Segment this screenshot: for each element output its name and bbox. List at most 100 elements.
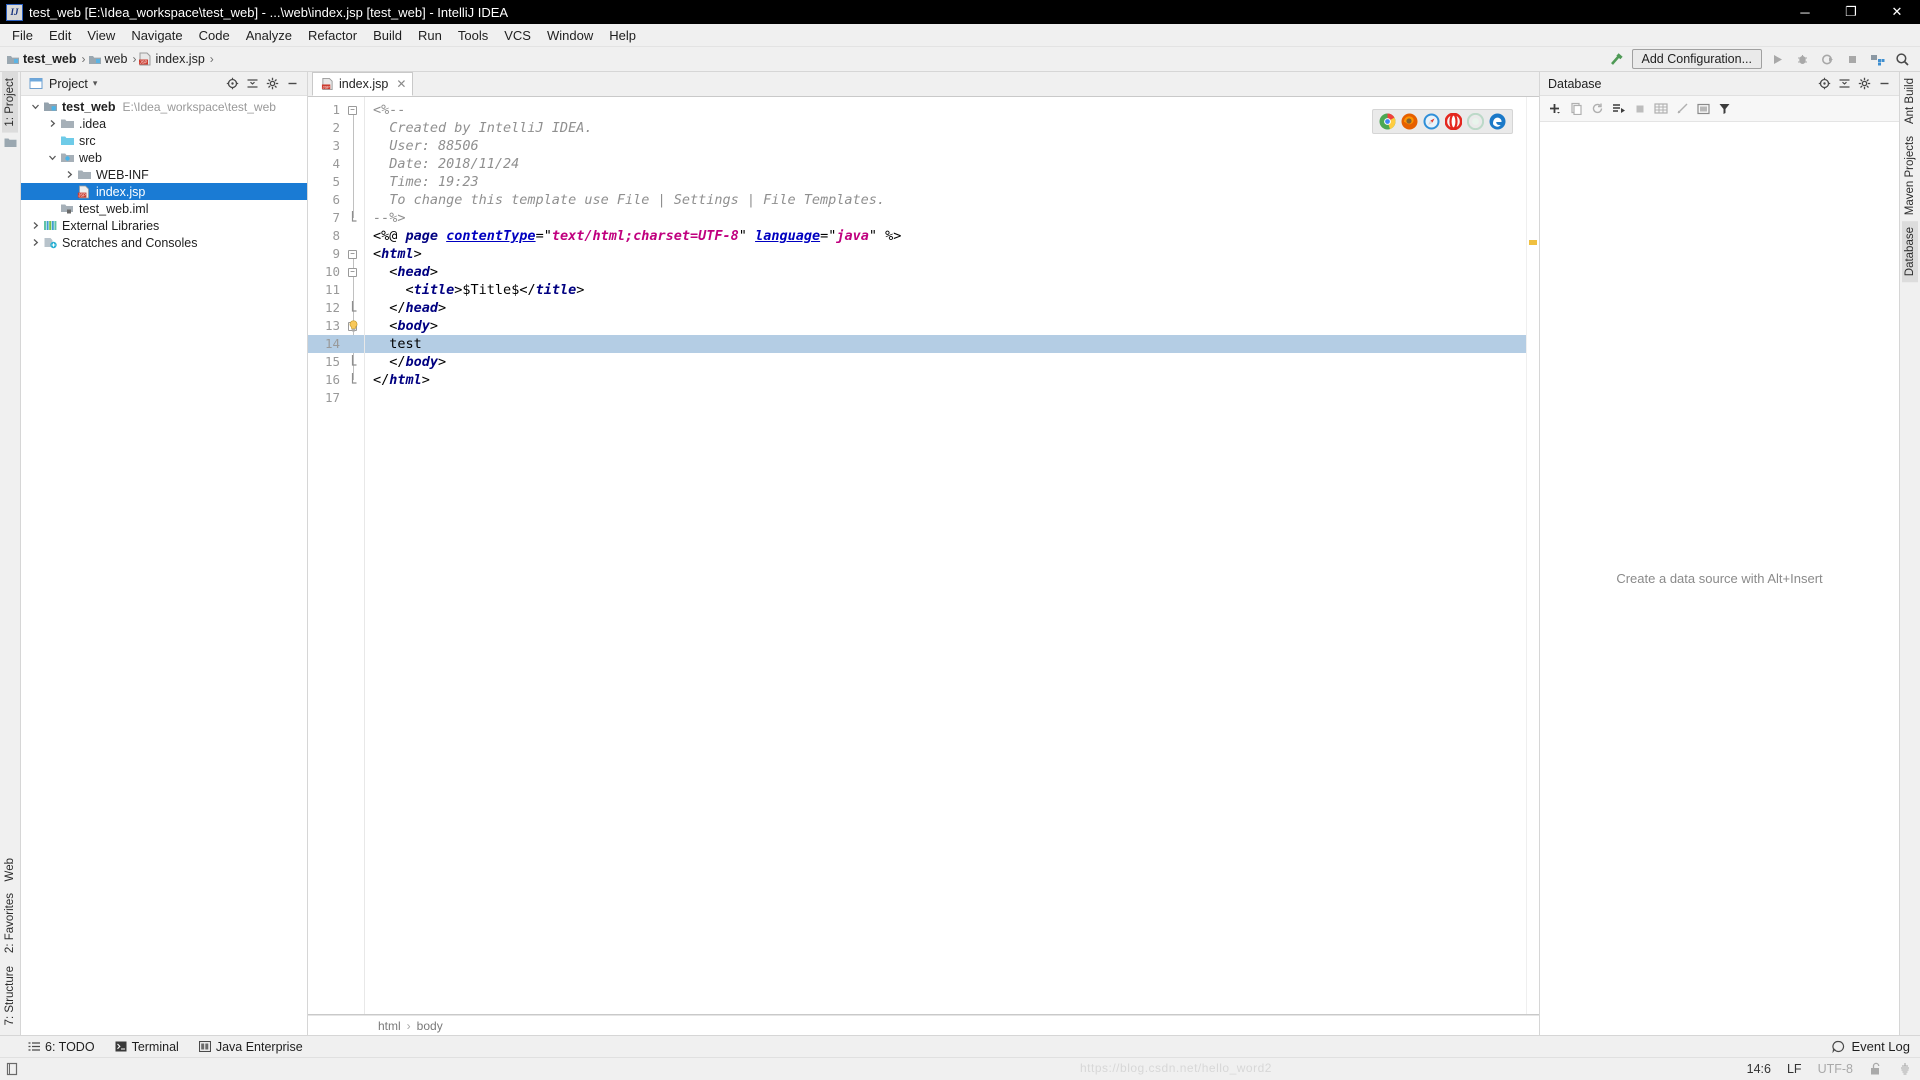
collapse-all-icon[interactable] bbox=[1838, 77, 1851, 90]
stop-icon[interactable] bbox=[1842, 49, 1862, 69]
close-button[interactable]: ✕ bbox=[1874, 0, 1920, 24]
chevron-right-icon[interactable] bbox=[29, 221, 42, 230]
editor-gutter[interactable]: 1−23456789−10−111213−14151617 bbox=[308, 97, 365, 1014]
tree-node-test-web-iml[interactable]: test_web.iml bbox=[21, 200, 307, 217]
caret-position[interactable]: 14:6 bbox=[1747, 1062, 1771, 1076]
tree-node--idea[interactable]: .idea bbox=[21, 115, 307, 132]
settings-gear-icon[interactable] bbox=[266, 77, 279, 90]
target-icon[interactable] bbox=[1818, 77, 1831, 90]
sidebar-item-web[interactable]: Web bbox=[2, 852, 18, 887]
menu-run[interactable]: Run bbox=[410, 26, 450, 45]
code-line[interactable]: User: 88506 bbox=[373, 137, 1526, 155]
edge-icon[interactable] bbox=[1489, 113, 1506, 130]
chevron-right-icon[interactable] bbox=[29, 238, 42, 247]
stop-icon[interactable] bbox=[1634, 103, 1646, 115]
code-line[interactable]: </head> bbox=[373, 299, 1526, 317]
fold-collapse-icon[interactable]: − bbox=[347, 101, 358, 119]
tree-node-web-inf[interactable]: WEB-INF bbox=[21, 166, 307, 183]
code-line[interactable]: <head> bbox=[373, 263, 1526, 281]
sidebar-item-structure[interactable]: 7: Structure bbox=[2, 960, 18, 1031]
table-icon[interactable] bbox=[1654, 102, 1668, 115]
fold-end-icon[interactable] bbox=[347, 209, 358, 227]
opera-icon[interactable] bbox=[1445, 113, 1462, 130]
tree-node-scratches-and-consoles[interactable]: Scratches and Consoles bbox=[21, 234, 307, 251]
status-widget-icon[interactable] bbox=[6, 1062, 19, 1076]
firefox-icon[interactable] bbox=[1401, 113, 1418, 130]
sidebar-item-maven-projects[interactable]: Maven Projects bbox=[1902, 130, 1918, 221]
sidebar-item-database[interactable]: Database bbox=[1902, 221, 1918, 283]
run-icon[interactable] bbox=[1767, 49, 1787, 69]
file-encoding[interactable]: UTF-8 bbox=[1818, 1062, 1853, 1076]
fold-end-icon[interactable] bbox=[347, 371, 358, 389]
hide-icon[interactable] bbox=[286, 77, 299, 90]
menu-view[interactable]: View bbox=[79, 26, 123, 45]
settings-gear-icon[interactable] bbox=[1858, 77, 1871, 90]
tree-node-index-jsp[interactable]: JSP index.jsp bbox=[21, 183, 307, 200]
breadcrumb-html[interactable]: html bbox=[378, 1019, 401, 1033]
code-line[interactable]: </html> bbox=[373, 371, 1526, 389]
add-configuration-button[interactable]: Add Configuration... bbox=[1631, 49, 1762, 69]
filter-icon[interactable] bbox=[1718, 102, 1731, 115]
project-structure-icon[interactable] bbox=[1867, 49, 1887, 69]
warning-marker[interactable] bbox=[1529, 240, 1537, 245]
chevron-right-icon[interactable] bbox=[63, 170, 76, 179]
duplicate-icon[interactable] bbox=[1570, 102, 1583, 115]
sidebar-item-favorites[interactable]: 2: Favorites bbox=[2, 887, 18, 959]
run-sql-icon[interactable] bbox=[1612, 102, 1626, 115]
breadcrumb-test-web[interactable]: test_web › bbox=[6, 52, 88, 66]
run-coverage-icon[interactable] bbox=[1817, 49, 1837, 69]
code-content[interactable]: <%-- Created by IntelliJ IDEA. User: 885… bbox=[365, 97, 1526, 1014]
fold-collapse-icon[interactable]: − bbox=[347, 245, 358, 263]
code-line[interactable]: <%@ page contentType="text/html;charset=… bbox=[373, 227, 1526, 245]
menu-code[interactable]: Code bbox=[191, 26, 238, 45]
bottom-item-todo[interactable]: 6: TODO bbox=[28, 1040, 95, 1054]
menu-edit[interactable]: Edit bbox=[41, 26, 79, 45]
bottom-item-terminal[interactable]: Terminal bbox=[115, 1040, 179, 1054]
line-separator[interactable]: LF bbox=[1787, 1062, 1802, 1076]
breadcrumb-index-jsp[interactable]: JSP index.jsp › bbox=[138, 52, 215, 66]
close-icon[interactable]: ✕ bbox=[396, 77, 406, 91]
menu-file[interactable]: File bbox=[4, 26, 41, 45]
add-icon[interactable] bbox=[1548, 102, 1562, 116]
tab-index-jsp[interactable]: JSP index.jsp ✕ bbox=[312, 72, 414, 96]
menu-tools[interactable]: Tools bbox=[450, 26, 496, 45]
tree-node-src[interactable]: src bbox=[21, 132, 307, 149]
minimize-button[interactable]: ─ bbox=[1782, 0, 1828, 24]
intention-bulb-icon[interactable] bbox=[346, 317, 360, 335]
menu-help[interactable]: Help bbox=[601, 26, 644, 45]
safari-icon[interactable] bbox=[1423, 113, 1440, 130]
code-line[interactable]: <html> bbox=[373, 245, 1526, 263]
search-everywhere-icon[interactable] bbox=[1892, 49, 1912, 69]
build-hammer-icon[interactable] bbox=[1607, 49, 1627, 69]
error-stripe-marker-bar[interactable] bbox=[1526, 97, 1539, 1014]
fold-end-icon[interactable] bbox=[347, 353, 358, 371]
sidebar-item-ant-build[interactable]: Ant Build bbox=[1902, 72, 1918, 130]
inspections-icon[interactable] bbox=[1898, 1062, 1912, 1076]
console-icon[interactable] bbox=[1697, 103, 1710, 115]
chevron-down-icon[interactable] bbox=[46, 153, 59, 162]
tree-node-test-web[interactable]: test_web E:\Idea_workspace\test_web bbox=[21, 98, 307, 115]
breadcrumb-body[interactable]: body bbox=[417, 1019, 443, 1033]
menu-navigate[interactable]: Navigate bbox=[123, 26, 190, 45]
code-line[interactable]: Date: 2018/11/24 bbox=[373, 155, 1526, 173]
fold-end-icon[interactable] bbox=[347, 299, 358, 317]
code-line[interactable]: <body> bbox=[373, 317, 1526, 335]
code-line[interactable]: Created by IntelliJ IDEA. bbox=[373, 119, 1526, 137]
hide-icon[interactable] bbox=[1878, 77, 1891, 90]
sidebar-item-project[interactable]: 1: Project bbox=[2, 72, 18, 133]
chevron-right-icon[interactable] bbox=[46, 119, 59, 128]
debug-icon[interactable] bbox=[1792, 49, 1812, 69]
code-line[interactable]: Time: 19:23 bbox=[373, 173, 1526, 191]
menu-window[interactable]: Window bbox=[539, 26, 601, 45]
code-line[interactable]: <%-- bbox=[373, 101, 1526, 119]
unlocked-icon[interactable] bbox=[1869, 1062, 1882, 1076]
tree-node-web[interactable]: web bbox=[21, 149, 307, 166]
menu-build[interactable]: Build bbox=[365, 26, 410, 45]
breadcrumb-web[interactable]: web › bbox=[88, 52, 139, 66]
event-log-button[interactable]: Event Log bbox=[1832, 1039, 1920, 1054]
menu-analyze[interactable]: Analyze bbox=[238, 26, 300, 45]
menu-vcs[interactable]: VCS bbox=[496, 26, 539, 45]
chevron-down-icon[interactable]: ▾ bbox=[93, 78, 98, 89]
disabled-browser-icon[interactable] bbox=[1467, 113, 1484, 130]
code-line[interactable]: test bbox=[373, 335, 1526, 353]
